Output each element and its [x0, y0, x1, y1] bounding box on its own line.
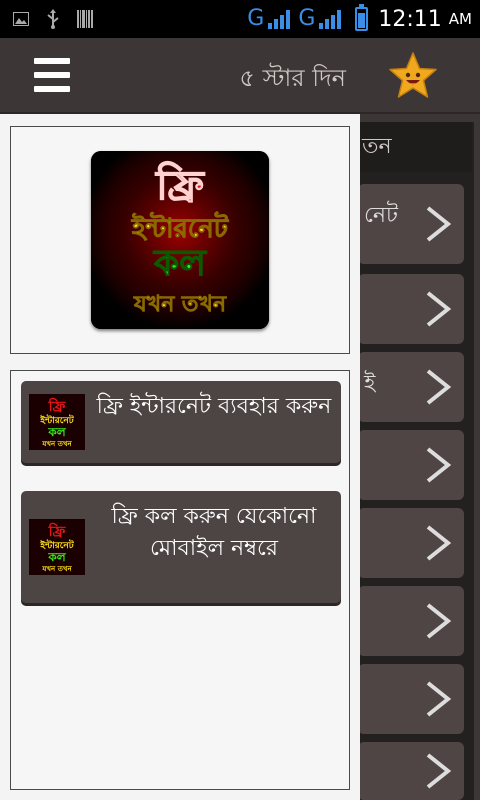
chevron-right-icon — [426, 681, 452, 717]
icon-text-1: ফ্রি — [48, 522, 67, 540]
menu-item-label: ফ্রি ইন্টারনেট ব্যবহার করুন — [96, 394, 332, 419]
background-page: তন নেট ই — [358, 122, 474, 800]
background-card — [358, 274, 464, 344]
background-card — [358, 742, 464, 800]
app-screen: G G 12:11 AM ৫ স্টার দিন তন নেট ই ফ্রি ই… — [0, 0, 480, 800]
drawer-menu: ফ্রি ইন্টারনেট কল যখন তখন ফ্রি ইন্টারনেট… — [10, 370, 350, 790]
logo-text-1: ফ্রি — [154, 161, 205, 209]
menu-item-free-call[interactable]: ফ্রি ইন্টারনেট কল যখন তখন ফ্রি কল করুন য… — [21, 491, 341, 603]
background-card — [358, 508, 464, 578]
menu-item-label: ফ্রি কল করুন যেকোনো মোবাইল নম্বরে — [111, 504, 317, 561]
background-card-snippet: নেট — [364, 203, 399, 228]
background-header: তন — [358, 122, 472, 172]
logo-text-2: ইন্টারনেট — [131, 211, 229, 244]
battery-icon — [355, 4, 369, 31]
status-ampm: AM — [448, 10, 472, 28]
background-card: ই — [358, 352, 464, 422]
status-bar: G G 12:11 AM — [0, 0, 480, 38]
background-card — [358, 586, 464, 656]
network-type-1: G — [247, 6, 265, 31]
chevron-right-icon — [426, 603, 452, 639]
star-smile-icon[interactable] — [386, 50, 440, 104]
app-bar: ৫ স্টার দিন — [0, 38, 480, 114]
icon-text-3: কল — [47, 550, 66, 564]
chevron-right-icon — [426, 291, 452, 327]
app-icon: ফ্রি ইন্টারনেট কল যখন তখন — [29, 519, 85, 575]
chevron-right-icon — [426, 447, 452, 483]
image-icon — [12, 10, 30, 28]
chevron-right-icon — [426, 525, 452, 561]
icon-text-4: যখন তখন — [41, 565, 72, 573]
hamburger-menu-icon[interactable] — [34, 58, 70, 92]
icon-text-1: ফ্রি — [48, 397, 67, 415]
chevron-right-icon — [426, 369, 452, 405]
status-time: 12:11 — [378, 6, 442, 32]
background-card — [358, 430, 464, 500]
signal-icon — [268, 9, 291, 29]
logo-text-3: কল — [152, 243, 207, 284]
chevron-right-icon — [426, 753, 452, 789]
menu-item-free-internet[interactable]: ফ্রি ইন্টারনেট কল যখন তখন ফ্রি ইন্টারনেট… — [21, 381, 341, 463]
signal-icon-2 — [319, 9, 342, 29]
barcode-icon — [76, 10, 94, 28]
logo-text-4: যখন তখন — [133, 292, 227, 317]
icon-text-3: কল — [47, 425, 66, 439]
chevron-right-icon — [426, 206, 452, 242]
navigation-drawer: ফ্রি ইন্টারনেট কল যখন তখন ফ্রি ইন্টারনেট… — [0, 114, 360, 800]
icon-text-4: যখন তখন — [41, 440, 72, 448]
rate-label[interactable]: ৫ স্টার দিন — [239, 60, 346, 100]
background-card-snippet: ই — [364, 371, 376, 396]
background-card: নেট — [358, 184, 464, 264]
drawer-header: ফ্রি ইন্টারনেট কল যখন তখন — [10, 126, 350, 354]
app-logo: ফ্রি ইন্টারনেট কল যখন তখন — [91, 151, 269, 329]
network-type-2: G — [298, 6, 316, 31]
background-card — [358, 664, 464, 734]
usb-icon — [44, 9, 62, 29]
app-icon: ফ্রি ইন্টারনেট কল যখন তখন — [29, 394, 85, 450]
